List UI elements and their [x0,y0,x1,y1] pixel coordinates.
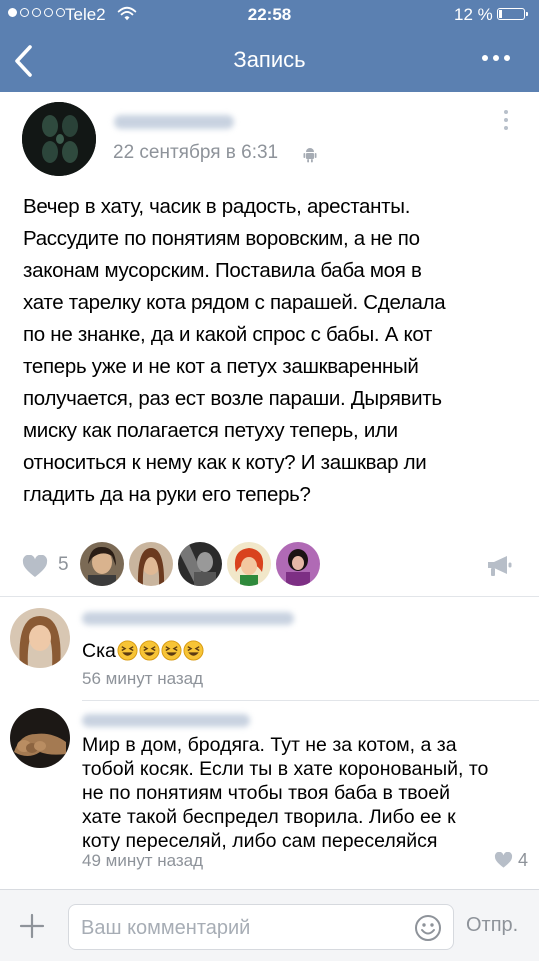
divider [82,700,539,701]
plus-icon[interactable] [18,912,46,940]
comment-like-button[interactable]: 4 [494,850,528,871]
grinning-squint-emoji [139,640,160,661]
post-menu-icon[interactable] [504,110,508,130]
header-bar: Tele2 22:58 12 % Запись [0,0,539,92]
commenter-avatar[interactable] [10,608,70,668]
comment-likes-count: 4 [518,850,529,870]
post-text: Вечер в хату, часик в радость, арестанты… [23,191,503,511]
grinning-squint-emoji [117,640,138,661]
author-avatar[interactable] [22,102,96,176]
battery-icon [497,8,528,20]
comment-text: Мир в дом, бродяга. Тут не за котом, а з… [82,733,488,853]
comment-composer: Отпр. [0,889,539,961]
author-name-blurred[interactable] [114,115,234,129]
heart-icon[interactable] [22,555,48,579]
comment-time: 56 минут назад [82,669,204,688]
battery-level [499,10,502,18]
liker-avatar[interactable] [178,542,222,586]
send-button[interactable]: Отпр. [466,914,518,937]
divider [0,596,539,597]
comment-time: 49 минут назад [82,851,204,870]
grinning-squint-emoji [161,640,182,661]
comment-text: Ска [82,639,204,663]
post-text-line: Вечер в хату, часик в радость, арестанты… [23,195,411,218]
liker-avatar[interactable] [129,542,173,586]
post-date: 22 сентября в 6:31 [113,142,279,163]
battery-percentage: 12 % [454,5,493,24]
post-text-line: гладить да на руки его теперь? [23,483,311,506]
comment-text-line: Мир в дом, бродяга. Тут не за котом, а з… [82,734,457,756]
comment-text-line: хате такой беспредел творила. Либо ее к [82,806,456,828]
grinning-squint-emoji [183,640,204,661]
comment-input-box [68,904,454,951]
post-text-line: хате тарелку кота рядом с парашей. Сдела… [23,291,446,314]
smile-icon[interactable] [414,914,442,942]
post-text-line: законам мусорским. Поставила баба моя в [23,259,422,282]
liker-avatar[interactable] [80,542,124,586]
status-bar: Tele2 22:58 12 % [0,0,539,30]
post-actions: 5 [0,542,539,588]
commenter-name-blurred[interactable] [82,714,250,727]
commenter-name-blurred[interactable] [82,612,294,625]
post-text-line: по не знанке, да и какой спрос с бабы. А… [23,323,433,346]
megaphone-share-icon[interactable] [485,553,513,579]
comment-text-line: не по понятиям чтобы твоя баба в твоей [82,782,450,804]
post-text-line: Рассудите по понятиям воровским, а не по [23,227,420,250]
post-text-line: теперь уже и не кот а петух зашкваренный [23,355,419,378]
heart-icon [494,852,513,868]
post-text-line: относиться к нему как к коту? И зашквар … [23,451,427,474]
comment-text-line: коту переселяй, либо сам переселяйся [82,830,438,852]
post-text-line: миску как полагается петуху теперь, или [23,419,398,442]
post-text-line: получается, раз ест возле параши. Дыряви… [23,387,442,410]
page-title: Запись [233,47,306,72]
android-icon [303,148,317,163]
likes-count[interactable]: 5 [58,554,69,576]
comment-text-line: тобой косяк. Если ты в хате коронованый,… [82,758,489,780]
commenter-avatar[interactable] [10,708,70,768]
liker-avatar[interactable] [276,542,320,586]
comment-text-line: Ска [82,640,116,662]
more-dots-icon[interactable] [482,55,510,61]
comment-input[interactable] [79,905,403,951]
liker-avatar[interactable] [227,542,271,586]
